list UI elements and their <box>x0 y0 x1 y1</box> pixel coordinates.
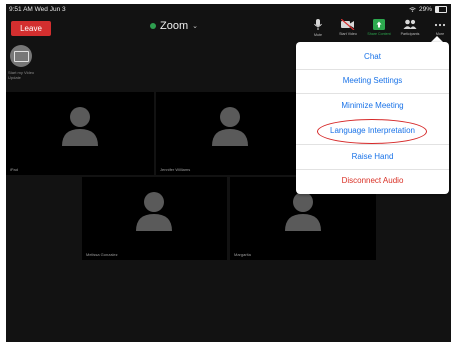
more-menu: Chat Meeting Settings Minimize Meeting L… <box>296 42 449 194</box>
chevron-down-icon: ⌄ <box>192 23 198 30</box>
video-preview-icon <box>13 50 29 62</box>
video-camera-icon <box>341 19 355 30</box>
menu-divider <box>296 169 449 170</box>
self-view-avatar[interactable] <box>10 45 32 67</box>
leave-button[interactable]: Leave <box>11 21 51 36</box>
avatar-placeholder-icon <box>285 192 321 231</box>
menu-divider <box>296 144 449 145</box>
menu-item-raise-hand[interactable]: Raise Hand <box>296 152 449 161</box>
share-content-button[interactable]: Share Content <box>365 16 393 42</box>
highlight-circle-annotation <box>317 119 427 144</box>
battery-percent: 29% <box>418 6 432 13</box>
avatar-placeholder-icon <box>136 192 172 231</box>
start-video-label: Start Video <box>339 32 357 36</box>
app-title: Zoom <box>160 20 189 32</box>
status-time: 9:51 AM Wed Jun 3 <box>9 6 66 13</box>
participant-name: Margarita <box>234 252 251 257</box>
mute-button[interactable]: Mute <box>304 16 332 42</box>
self-view-caption: Start my Video Update <box>8 70 35 80</box>
menu-divider <box>296 69 449 70</box>
participant-tile[interactable]: Melissa Gonzalez <box>82 177 227 260</box>
microphone-icon <box>314 19 322 30</box>
participant-tile[interactable]: Jennifer Williams <box>156 92 304 175</box>
status-right: 29% <box>409 6 447 13</box>
share-content-label: Share Content <box>367 32 391 36</box>
menu-item-chat[interactable]: Chat <box>296 52 449 61</box>
menu-item-disconnect-audio[interactable]: Disconnect Audio <box>296 176 449 185</box>
participants-icon <box>403 19 417 29</box>
participant-name: iPad <box>10 167 19 172</box>
menu-divider <box>296 93 449 94</box>
meeting-title[interactable]: Zoom ⌄ <box>150 20 198 32</box>
share-screen-icon <box>373 19 385 30</box>
participants-label: Participants <box>400 32 420 36</box>
menu-item-meeting-settings[interactable]: Meeting Settings <box>296 76 449 85</box>
meeting-toolbar: Mute Start Video Share Content Participa… <box>304 16 451 42</box>
more-icon <box>434 23 446 27</box>
participant-tile[interactable]: iPad <box>6 92 154 175</box>
start-video-button[interactable]: Start Video <box>334 16 362 42</box>
participants-button[interactable]: Participants <box>396 16 424 42</box>
status-bar: 9:51 AM Wed Jun 3 29% <box>6 4 451 14</box>
participant-name: Melissa Gonzalez <box>86 252 118 257</box>
menu-item-minimize-meeting[interactable]: Minimize Meeting <box>296 101 449 110</box>
mute-label: Mute <box>314 33 322 37</box>
avatar-placeholder-icon <box>62 107 98 146</box>
secure-shield-icon <box>150 23 156 29</box>
avatar-placeholder-icon <box>212 107 248 146</box>
battery-icon <box>435 6 447 13</box>
wifi-icon <box>409 7 416 12</box>
participant-name: Jennifer Williams <box>160 167 191 172</box>
